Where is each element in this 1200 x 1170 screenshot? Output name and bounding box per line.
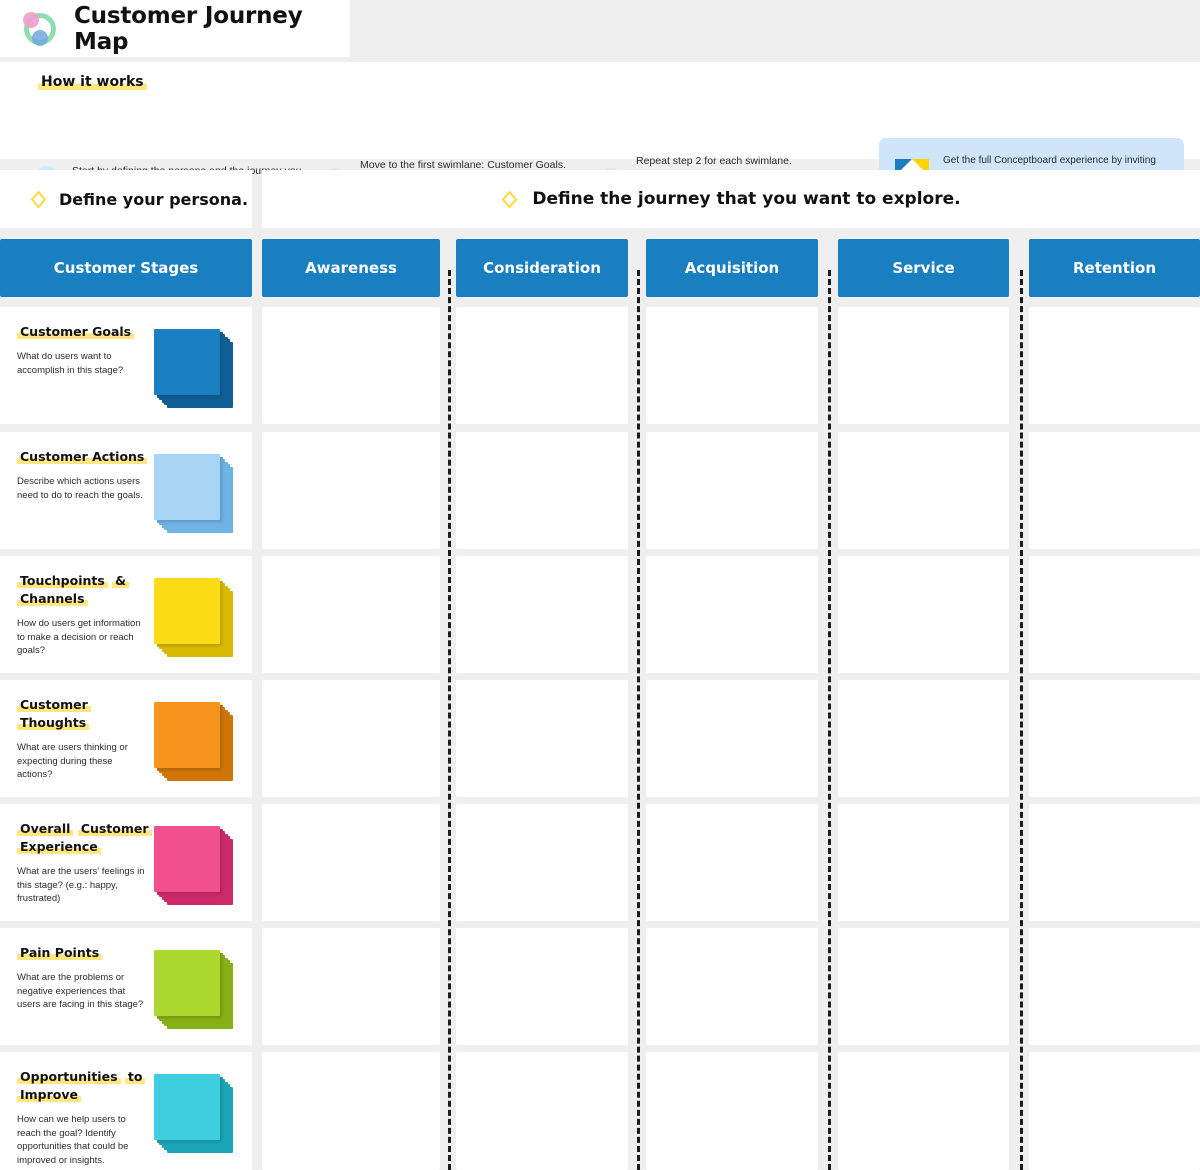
column-header-service[interactable]: Service [838, 239, 1009, 297]
swimlane-description: What are the users' feelings in this sta… [17, 865, 149, 905]
sticky-note-stack[interactable] [154, 454, 234, 534]
journey-cell[interactable] [646, 432, 818, 549]
journey-cell[interactable] [1029, 556, 1200, 673]
sticky-note-stack[interactable] [154, 826, 234, 906]
stage-divider [448, 270, 451, 1170]
journey-cell[interactable] [838, 804, 1009, 921]
swimlane-title: Overall Customer Experience [17, 820, 152, 856]
swimlane-title: Touchpoints & Channels [17, 572, 152, 608]
define-journey-label: Define the journey that you want to expl… [532, 189, 960, 209]
journey-cell[interactable] [838, 680, 1009, 797]
journey-cell[interactable] [262, 928, 440, 1045]
swimlane-label-overall-customer-experience: Overall Customer Experience What are the … [0, 804, 252, 921]
how-it-works-title: How it works [38, 74, 147, 90]
swimlane-description: How can we help users to reach the goal?… [17, 1113, 149, 1167]
journey-cell[interactable] [646, 680, 818, 797]
stage-divider [1020, 270, 1023, 1170]
diamond-icon [30, 191, 47, 208]
journey-cell[interactable] [646, 556, 818, 673]
journey-map-board: Customer Journey Map How it works 1 Star… [0, 0, 1200, 1170]
swimlane-label-customer-thoughts: Customer Thoughts What are users thinking… [0, 680, 252, 797]
swimlane-description: What are the problems or negative experi… [17, 971, 149, 1011]
board-titlebar: Customer Journey Map [0, 0, 350, 57]
journey-cell[interactable] [1029, 1052, 1200, 1170]
journey-cell[interactable] [646, 928, 818, 1045]
column-header-awareness[interactable]: Awareness [262, 239, 440, 297]
sticky-note-stack[interactable] [154, 329, 234, 409]
how-it-works-panel: How it works 1 Start by defining the per… [0, 62, 1200, 159]
stage-divider [828, 270, 831, 1170]
swimlane-description: Describe which actions users need to do … [17, 475, 149, 502]
journey-cell[interactable] [838, 307, 1009, 424]
column-header-label: Customer Stages [54, 259, 198, 277]
journey-cell[interactable] [456, 1052, 628, 1170]
journey-cell[interactable] [456, 804, 628, 921]
journey-cell[interactable] [646, 1052, 818, 1170]
swimlane-label-customer-goals: Customer Goals What do users want to acco… [0, 307, 252, 424]
sticky-note-stack[interactable] [154, 702, 234, 782]
column-header-label: Retention [1073, 259, 1156, 277]
journey-cell[interactable] [838, 928, 1009, 1045]
stage-divider [637, 270, 640, 1170]
swimlane-title: Customer Actions [17, 448, 152, 466]
journey-cell[interactable] [456, 307, 628, 424]
journey-cell[interactable] [1029, 928, 1200, 1045]
swimlane-label-customer-actions: Customer Actions Describe which actions u… [0, 432, 252, 549]
journey-cell[interactable] [838, 556, 1009, 673]
conceptboard-circles-logo-icon [18, 8, 60, 50]
journey-cell[interactable] [262, 680, 440, 797]
swimlane-title: Opportunities to Improve [17, 1068, 152, 1104]
journey-cell[interactable] [456, 556, 628, 673]
column-header-label: Service [892, 259, 954, 277]
step-3-text: Repeat step 2 for each swimlane. [636, 154, 848, 169]
swimlane-description: How do users get information to make a d… [17, 617, 149, 657]
diamond-icon [501, 191, 518, 208]
journey-cell[interactable] [838, 432, 1009, 549]
swimlane-title: Customer Goals [17, 323, 152, 341]
column-header-consideration[interactable]: Consideration [456, 239, 628, 297]
swimlane-label-opportunities-to-improve: Opportunities to Improve How can we help … [0, 1052, 252, 1170]
column-header-label: Consideration [483, 259, 601, 277]
journey-cell[interactable] [262, 804, 440, 921]
journey-cell[interactable] [1029, 804, 1200, 921]
page-title: Customer Journey Map [74, 3, 350, 55]
journey-cell[interactable] [456, 432, 628, 549]
journey-cell[interactable] [262, 1052, 440, 1170]
journey-cell[interactable] [1029, 680, 1200, 797]
sticky-note-stack[interactable] [154, 950, 234, 1030]
swimlane-description: What do users want to accomplish in this… [17, 350, 149, 377]
journey-cell[interactable] [456, 928, 628, 1045]
swimlane-title: Customer Thoughts [17, 696, 152, 732]
sticky-note-stack[interactable] [154, 578, 234, 658]
sticky-note-stack[interactable] [154, 1074, 234, 1154]
swimlane-label-pain-points: Pain Points What are the problems or nega… [0, 928, 252, 1045]
define-persona-card: Define your persona. [0, 170, 252, 228]
column-header-acquisition[interactable]: Acquisition [646, 239, 818, 297]
swimlane-description: What are users thinking or expecting dur… [17, 741, 149, 781]
define-journey-card: Define the journey that you want to expl… [262, 170, 1200, 228]
journey-cell[interactable] [262, 307, 440, 424]
journey-cell[interactable] [456, 680, 628, 797]
column-header-customer-stages[interactable]: Customer Stages [0, 239, 252, 297]
journey-cell[interactable] [1029, 307, 1200, 424]
swimlane-title: Pain Points [17, 944, 152, 962]
swimlane-label-touchpoints-channels: Touchpoints & Channels How do users get i… [0, 556, 252, 673]
journey-cell[interactable] [646, 804, 818, 921]
journey-cell[interactable] [262, 432, 440, 549]
journey-cell[interactable] [1029, 432, 1200, 549]
column-header-retention[interactable]: Retention [1029, 239, 1200, 297]
column-header-label: Acquisition [685, 259, 779, 277]
journey-cell[interactable] [646, 307, 818, 424]
journey-cell[interactable] [838, 1052, 1009, 1170]
define-persona-label: Define your persona. [59, 190, 248, 209]
journey-cell[interactable] [262, 556, 440, 673]
column-header-label: Awareness [305, 259, 397, 277]
